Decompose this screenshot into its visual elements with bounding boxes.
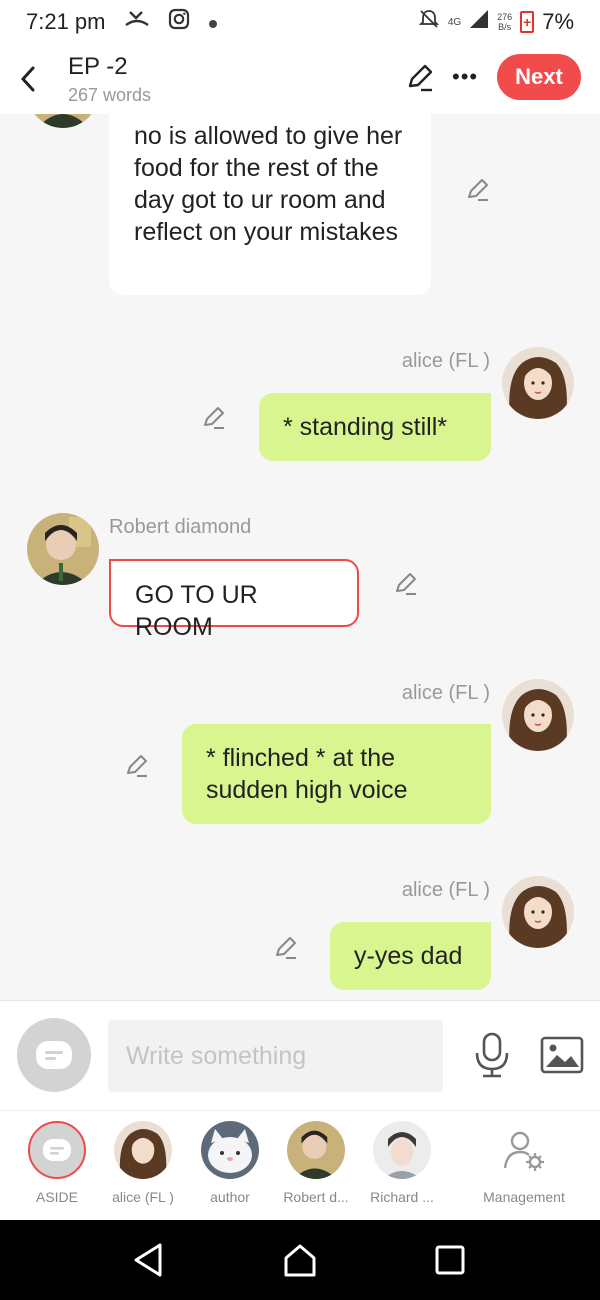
- message-bubble-selected[interactable]: GO TO UR ROOM: [109, 559, 359, 641]
- robert-avatar[interactable]: [27, 114, 99, 128]
- pencil-icon: [127, 755, 147, 777]
- sender-name: alice (FL ): [401, 879, 490, 901]
- message-input[interactable]: [108, 1020, 443, 1092]
- network-speed: 276 B/s: [497, 12, 513, 32]
- role-alice[interactable]: alice (FL ): [100, 1121, 186, 1205]
- pencil-icon: [276, 937, 296, 959]
- avatar: [114, 1121, 172, 1179]
- square-recents-icon: [435, 1245, 465, 1275]
- alice-avatar[interactable]: [502, 679, 574, 751]
- sender-name: alice (FL ): [401, 682, 490, 704]
- microphone-icon: [475, 1032, 509, 1078]
- more-dots-icon: •••: [452, 64, 479, 89]
- battery-percent: 7%: [542, 9, 574, 34]
- edit-message-button[interactable]: [200, 404, 228, 432]
- edit-message-button[interactable]: [123, 752, 151, 780]
- message-bubble[interactable]: y-yes dad: [330, 922, 491, 990]
- avatar: [373, 1121, 431, 1179]
- voice-input-button[interactable]: [472, 1031, 512, 1079]
- role-selector: ASIDE alice (FL ) author Robert d... Ric…: [0, 1110, 600, 1220]
- word-count: 267 words: [68, 84, 152, 105]
- triangle-back-icon: [134, 1243, 162, 1277]
- status-time: 7:21 pm: [26, 9, 106, 34]
- avatar: [201, 1121, 259, 1179]
- episode-title[interactable]: EP -2: [68, 53, 151, 81]
- nav-back-button[interactable]: [128, 1240, 168, 1280]
- chat-bubble-icon: [28, 1121, 86, 1179]
- role-author[interactable]: author: [187, 1121, 273, 1205]
- edit-message-button[interactable]: [392, 570, 420, 598]
- chat-area[interactable]: no is allowed to give her food for the r…: [0, 114, 600, 1000]
- notification-dot-icon: [208, 9, 218, 35]
- back-button[interactable]: [0, 44, 56, 114]
- role-management[interactable]: Management: [474, 1121, 574, 1205]
- status-bar: 7:21 pm 4G 276 B/s 7%: [0, 0, 600, 44]
- composer-bar: [0, 1000, 600, 1110]
- more-options-button[interactable]: •••: [452, 64, 478, 90]
- message-bubble[interactable]: * flinched * at the sudden high voice: [182, 724, 491, 824]
- screen: 7:21 pm 4G 276 B/s 7%: [0, 0, 600, 1300]
- chevron-left-icon: [20, 66, 35, 92]
- message-bubble[interactable]: no is allowed to give her food for the r…: [109, 114, 431, 295]
- home-icon: [284, 1244, 316, 1277]
- missed-call-icon: [124, 9, 150, 35]
- battery-icon: [520, 11, 535, 33]
- people-settings-icon: [495, 1121, 553, 1179]
- message-bubble[interactable]: * standing still*: [259, 393, 491, 461]
- edit-message-button[interactable]: [272, 934, 300, 962]
- insert-image-button[interactable]: [540, 1035, 584, 1075]
- image-icon: [540, 1036, 584, 1074]
- sender-name: Robert diamond: [109, 516, 252, 538]
- aside-toggle-button[interactable]: [17, 1018, 91, 1092]
- network-type: 4G: [447, 16, 462, 28]
- pencil-icon: [204, 407, 224, 429]
- system-navigation-bar: [0, 1220, 600, 1300]
- avatar: [287, 1121, 345, 1179]
- pencil-icon: [468, 179, 488, 201]
- nav-recents-button[interactable]: [430, 1240, 470, 1280]
- editor-header: EP -2 267 words ••• Next: [0, 44, 600, 114]
- pencil-icon: [396, 573, 416, 595]
- role-aside[interactable]: ASIDE: [14, 1121, 100, 1205]
- mute-icon: [418, 8, 440, 36]
- signal-icon: [469, 9, 489, 35]
- sender-name: alice (FL ): [401, 350, 490, 372]
- pencil-icon: [408, 64, 433, 92]
- role-richard[interactable]: Richard ...: [359, 1121, 445, 1205]
- nav-home-button[interactable]: [280, 1240, 320, 1280]
- alice-avatar[interactable]: [502, 876, 574, 948]
- role-robert[interactable]: Robert d...: [273, 1121, 359, 1205]
- robert-avatar[interactable]: [27, 513, 99, 585]
- instagram-icon: [168, 8, 190, 36]
- edit-title-button[interactable]: [404, 62, 436, 94]
- edit-message-button[interactable]: [464, 176, 492, 204]
- alice-avatar[interactable]: [502, 347, 574, 419]
- next-button[interactable]: Next: [497, 54, 581, 100]
- chat-bubble-icon: [36, 1041, 72, 1069]
